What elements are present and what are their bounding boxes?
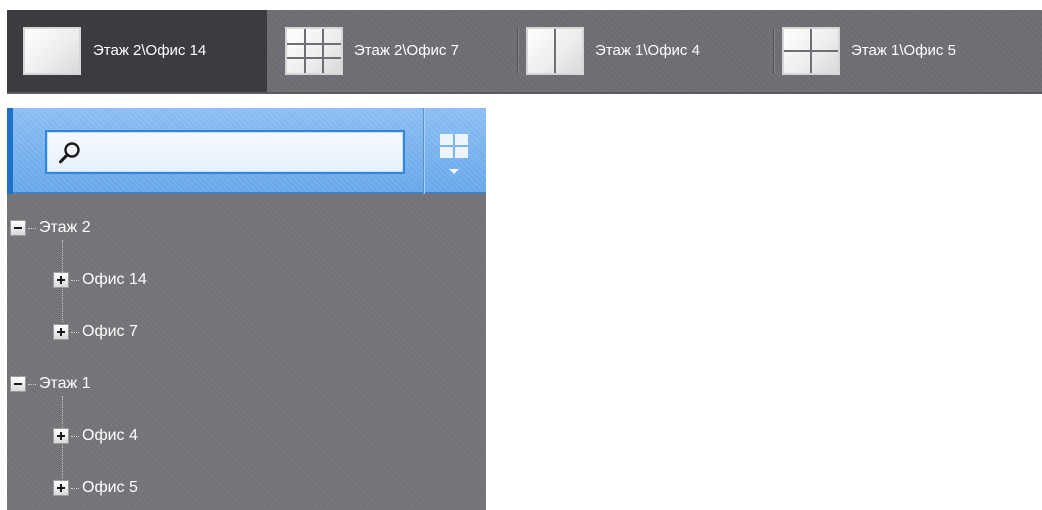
panel-accent-strip	[7, 108, 13, 194]
camera-tree: Этаж 2 Офис 14 Офис 7 Этаж 1 Офис 4 Офис…	[7, 194, 486, 510]
tree-group-floor-2[interactable]: Этаж 2	[10, 215, 91, 241]
tree-item-office-5[interactable]: Офис 5	[53, 475, 138, 501]
tree-connector	[71, 279, 79, 281]
plus-icon[interactable]	[53, 324, 69, 340]
layout-tab-floor1-office5[interactable]: Этаж 1\Офис 5	[774, 10, 1039, 92]
plus-icon[interactable]	[53, 480, 69, 496]
layout-tab-label: Этаж 1\Офис 4	[595, 42, 700, 59]
tree-connector	[71, 487, 79, 489]
layout-tab-label: Этаж 2\Офис 14	[93, 42, 207, 59]
layout-tab-label: Этаж 1\Офис 5	[851, 42, 956, 59]
tree-item-office-7[interactable]: Офис 7	[53, 319, 138, 345]
layout-1x1-icon	[23, 27, 81, 75]
search-input[interactable]	[91, 138, 395, 168]
layout-2x2-icon	[782, 27, 840, 75]
layout-tab-floor2-office14[interactable]: Этаж 2\Офис 14	[7, 10, 267, 92]
tree-group-label: Этаж 1	[39, 375, 91, 392]
layout-tab-floor2-office7[interactable]: Этаж 2\Офис 7	[267, 10, 517, 92]
minus-icon[interactable]	[10, 376, 26, 392]
tree-item-office-14[interactable]: Офис 14	[53, 267, 147, 293]
tree-item-label: Офис 5	[82, 479, 138, 496]
tree-item-label: Офис 14	[82, 271, 147, 288]
plus-icon[interactable]	[53, 272, 69, 288]
camera-tree-panel: Этаж 2 Офис 14 Офис 7 Этаж 1 Офис 4 Офис…	[7, 108, 486, 510]
layout-tab-label: Этаж 2\Офис 7	[354, 42, 459, 59]
search-toolbar	[7, 108, 486, 194]
tree-item-label: Офис 7	[82, 323, 138, 340]
toolbar-divider	[423, 108, 424, 194]
tree-group-label: Этаж 2	[39, 219, 91, 236]
search-icon	[59, 142, 80, 164]
tree-connector	[28, 227, 36, 229]
layout-grid-icon[interactable]	[432, 128, 476, 184]
search-field[interactable]	[45, 130, 405, 174]
tree-item-label: Офис 4	[82, 427, 138, 444]
tree-connector	[28, 383, 36, 385]
minus-icon[interactable]	[10, 220, 26, 236]
layout-2x1-icon	[526, 27, 584, 75]
tree-item-office-4[interactable]: Офис 4	[53, 423, 138, 449]
layout-tab-floor1-office4[interactable]: Этаж 1\Офис 4	[518, 10, 773, 92]
layout-3x3-icon	[285, 27, 343, 75]
layouts-bar: Этаж 2\Офис 14 Этаж 2\Офис 7 Этаж 1\Офис…	[7, 10, 1042, 94]
tree-connector	[71, 331, 79, 333]
plus-icon[interactable]	[53, 428, 69, 444]
tree-connector	[71, 435, 79, 437]
tree-group-floor-1[interactable]: Этаж 1	[10, 371, 91, 397]
